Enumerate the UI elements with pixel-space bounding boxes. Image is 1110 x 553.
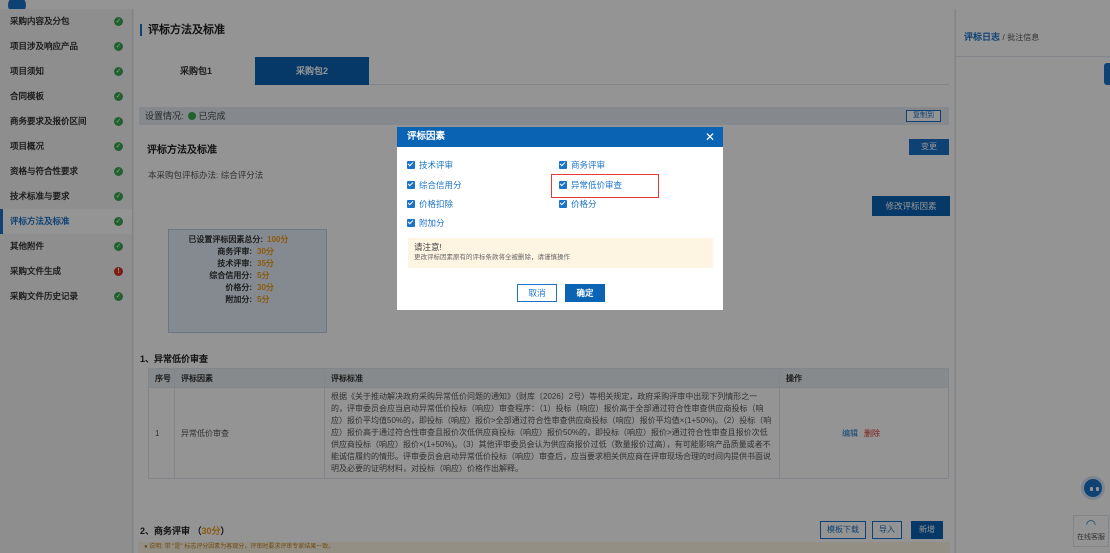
- option-label: 附加分: [419, 218, 445, 228]
- checkbox-icon: [407, 181, 415, 189]
- option-label: 商务评审: [571, 160, 606, 170]
- option-label: 技术评审: [419, 160, 454, 170]
- checkbox-icon: [407, 219, 415, 227]
- option-business[interactable]: 商务评审: [559, 160, 605, 170]
- checkbox-icon: [407, 200, 415, 208]
- modal-header: 评标因素 ✕: [397, 127, 723, 147]
- confirm-button[interactable]: 确定: [565, 284, 605, 302]
- option-bonus[interactable]: 附加分: [407, 218, 445, 228]
- warning-box: 请注意! 更改评标因素原有的评标条款将全被删除，请谨慎操作: [408, 238, 713, 268]
- checkbox-icon: [559, 161, 567, 169]
- warning-title: 请注意!: [414, 242, 442, 252]
- checkbox-icon: [559, 200, 567, 208]
- option-credit[interactable]: 综合信用分: [407, 180, 462, 190]
- cancel-button[interactable]: 取消: [517, 284, 557, 302]
- option-price-score[interactable]: 价格分: [559, 199, 597, 209]
- option-label: 价格扣除: [419, 199, 454, 209]
- option-price-deduction[interactable]: 价格扣除: [407, 199, 453, 209]
- checkbox-icon: [407, 161, 415, 169]
- highlight-box: [551, 174, 659, 198]
- warning-text: 更改评标因素原有的评标条款将全被删除，请谨慎操作: [414, 254, 570, 261]
- option-technical[interactable]: 技术评审: [407, 160, 453, 170]
- option-label: 综合信用分: [419, 180, 462, 190]
- close-icon[interactable]: ✕: [705, 127, 715, 147]
- modal-title: 评标因素: [407, 131, 446, 142]
- option-label: 价格分: [571, 199, 597, 209]
- factor-modal: 评标因素 ✕ 技术评审 商务评审 综合信用分 异常低价审查 价格扣除 价格分 附…: [397, 127, 723, 310]
